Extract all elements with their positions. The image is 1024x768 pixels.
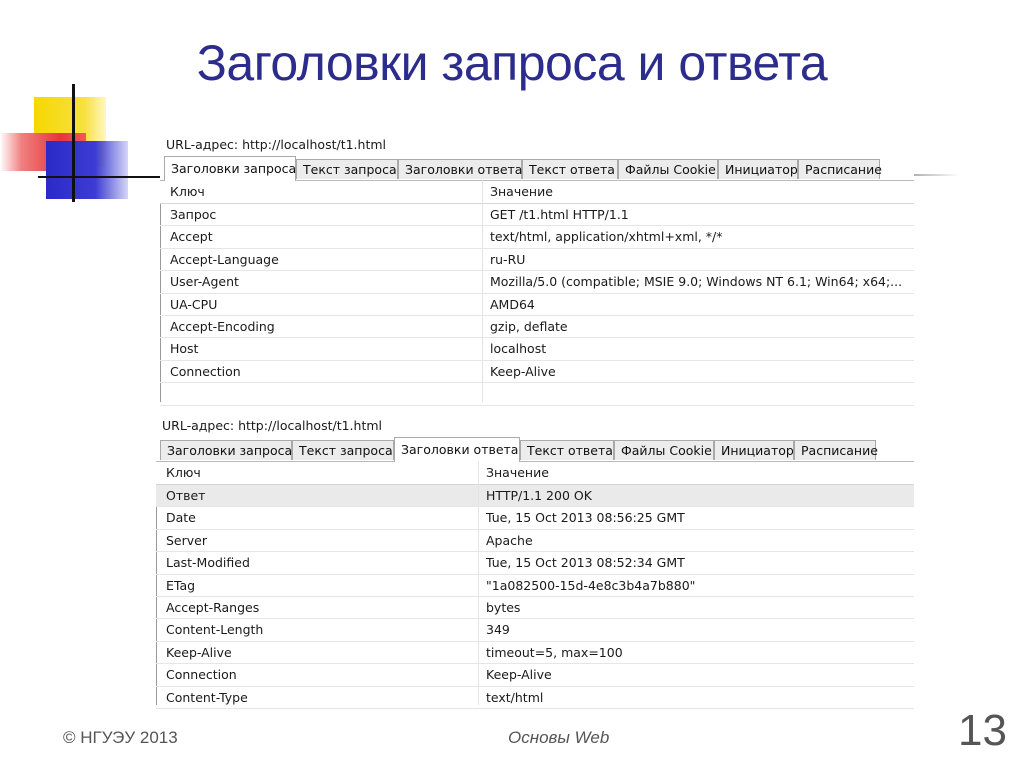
header-value: text/html, application/xhtml+xml, */* [490,229,723,245]
table-row[interactable]: Accept-Encoding gzip, deflate [160,316,914,339]
header-key: Запрос [170,207,217,222]
header-value: Keep-Alive [490,363,556,379]
header-key: Date [166,510,196,526]
table-row[interactable]: Host localhost [160,338,914,361]
url-label: URL-адрес: http://localhost/t1.html [160,134,914,156]
header-value: Keep-Alive [486,667,552,683]
header-value: GET /t1.html HTTP/1.1 [490,207,629,222]
tab-strip: Заголовки запроса Текст запроса Заголовк… [156,437,914,462]
table-row[interactable]: UA-CPU AMD64 [160,294,914,316]
tab-request-headers[interactable]: Заголовки запроса [160,440,292,460]
tab-response-body[interactable]: Текст ответа [520,440,614,460]
table-row[interactable]: Accept-Language ru-RU [160,249,914,272]
table-row[interactable]: Accept-Ranges bytes [156,597,914,620]
header-key: Accept-Ranges [166,599,260,615]
response-headers-panel: URL-адрес: http://localhost/t1.html Заго… [156,415,914,709]
header-key: Host [170,341,199,357]
header-key: Accept-Encoding [170,318,275,334]
tab-initiator[interactable]: Инициатор [714,440,794,460]
table-row[interactable]: Accept text/html, application/xhtml+xml, … [160,226,914,249]
table-row[interactable]: Date Tue, 15 Oct 2013 08:56:25 GMT [156,507,914,530]
page-number: 13 [958,706,1007,755]
table-header: Ключ Значение [156,462,914,485]
slide-title: Заголовки запроса и ответа [196,35,828,91]
header-key: Accept-Language [170,251,279,267]
header-key: Last-Modified [166,555,250,571]
header-key: Keep-Alive [166,644,232,660]
table-row[interactable]: Server Apache [156,530,914,553]
table-row[interactable]: Connection Keep-Alive [160,361,914,384]
header-value: bytes [486,599,521,615]
tab-initiator[interactable]: Инициатор [718,159,798,179]
table-row-empty [160,383,914,406]
column-separator [478,461,479,705]
header-value: 349 [486,622,510,638]
header-key: Content-Length [166,622,264,638]
decor-vertical-line [72,84,75,202]
header-value: ru-RU [490,251,526,267]
table-row[interactable]: Content-Type text/html [156,687,914,709]
header-value: Tue, 15 Oct 2013 08:52:34 GMT [486,555,685,571]
header-value: gzip, deflate [490,318,568,334]
tab-response-headers[interactable]: Заголовки ответа [398,159,522,179]
tab-timings[interactable]: Расписание [798,159,882,179]
header-value: text/html [486,689,544,705]
header-key: Content-Type [166,689,248,705]
header-key: Connection [170,363,241,379]
table-row[interactable]: Connection Keep-Alive [156,664,914,687]
tab-request-body[interactable]: Текст запроса [292,440,394,460]
header-value: AMD64 [490,296,535,312]
header-value: Mozilla/5.0 (compatible; MSIE 9.0; Windo… [490,274,903,290]
decor-blue-block [46,141,128,199]
header-value: localhost [490,341,547,357]
table-row[interactable]: Запрос GET /t1.html HTTP/1.1 [160,204,914,227]
column-separator [482,180,483,402]
tab-timings[interactable]: Расписание [794,440,878,460]
request-headers-table: Запрос GET /t1.html HTTP/1.1 Accept text/ht… [160,204,914,384]
header-value: HTTP/1.1 200 OK [486,488,592,503]
table-row[interactable]: ETag "1a082500-15d-4e8c3b4a7b880" [156,575,914,597]
header-key: ETag [166,577,196,593]
table-row[interactable]: Last-Modified Tue, 15 Oct 2013 08:52:34 G… [156,552,914,575]
tab-request-body[interactable]: Текст запроса [296,159,398,179]
header-key: Server [166,532,207,548]
table-row[interactable]: User-Agent Mozilla/5.0 (compatible; MSIE … [160,271,914,294]
column-header-key[interactable]: Ключ [166,462,201,484]
response-headers-table: Ответ HTTP/1.1 200 OK Date Tue, 15 Oct 2013… [156,485,914,709]
tab-request-headers[interactable]: Заголовки запроса [164,156,296,181]
table-row[interactable]: Content-Length 349 [156,619,914,642]
header-value: Tue, 15 Oct 2013 08:56:25 GMT [486,510,685,526]
header-key: Accept [170,229,213,245]
tab-response-body[interactable]: Текст ответа [522,159,618,179]
tab-cookies[interactable]: Файлы Cookie [614,440,714,460]
header-key: UA-CPU [170,296,218,312]
footer-course-name: Основы Web [508,728,610,747]
header-key: Ответ [166,488,206,503]
tab-cookies[interactable]: Файлы Cookie [618,159,718,179]
request-headers-panel: URL-адрес: http://localhost/t1.html Заго… [160,134,914,406]
table-header: Ключ Значение [160,181,914,204]
header-key: User-Agent [170,274,239,290]
header-value: timeout=5, max=100 [486,644,623,660]
column-header-value[interactable]: Значение [490,181,553,203]
header-value: "1a082500-15d-4e8c3b4a7b880" [486,577,696,593]
tab-strip: Заголовки запроса Текст запроса Заголовк… [160,156,914,181]
column-header-key[interactable]: Ключ [170,181,205,203]
tab-response-headers[interactable]: Заголовки ответа [394,437,520,462]
column-header-value[interactable]: Значение [486,462,549,484]
table-row[interactable]: Ответ HTTP/1.1 200 OK [156,485,914,508]
decor-horizontal-line [38,176,168,178]
header-value: Apache [486,532,533,548]
header-key: Connection [166,667,237,683]
footer-copyright: © НГУЭУ 2013 [63,728,178,747]
table-row[interactable]: Keep-Alive timeout=5, max=100 [156,642,914,665]
url-label: URL-адрес: http://localhost/t1.html [156,415,914,437]
